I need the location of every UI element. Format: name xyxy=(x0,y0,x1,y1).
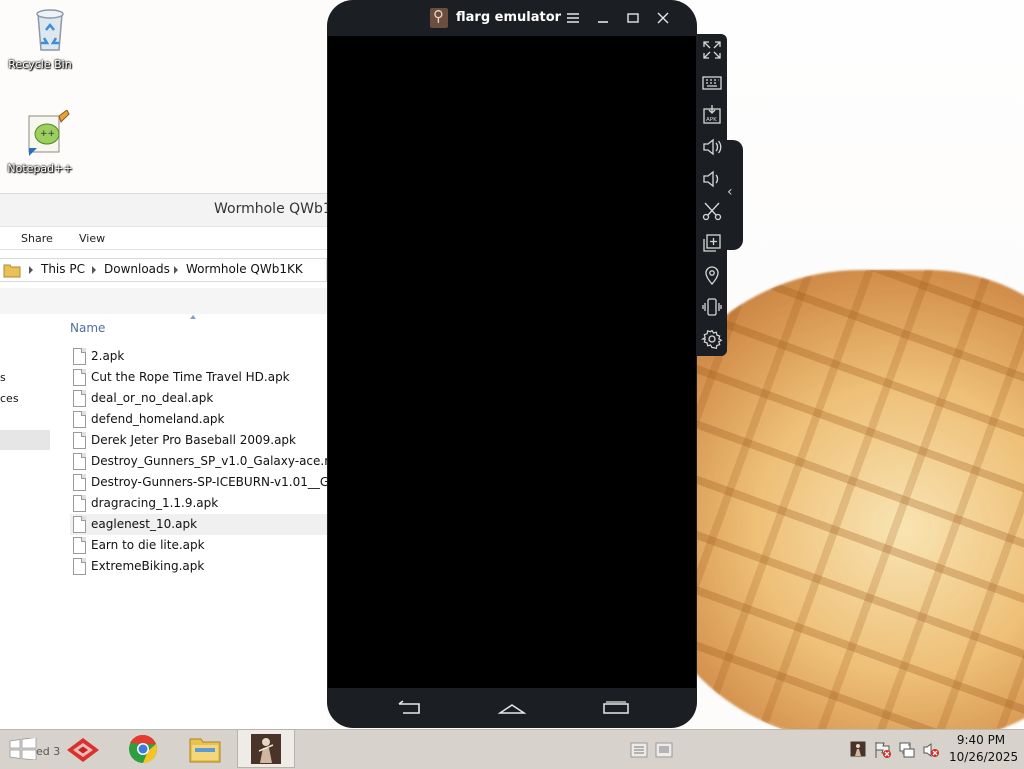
file-icon xyxy=(73,558,86,575)
close-icon[interactable] xyxy=(653,8,673,28)
volume-up-icon[interactable] xyxy=(701,136,723,158)
file-row[interactable]: dragracing_1.1.9.apk xyxy=(70,493,327,514)
home-icon[interactable] xyxy=(497,700,527,720)
file-icon xyxy=(73,474,86,491)
flarg-tray-icon[interactable] xyxy=(850,741,866,757)
desktop-list-view-icon[interactable] xyxy=(630,741,648,758)
menu-icon[interactable] xyxy=(563,8,583,28)
file-row[interactable]: Destroy_Gunners_SP_v1.0_Galaxy-ace.ru...… xyxy=(70,451,352,472)
explorer-ribbon: Share View xyxy=(0,227,327,250)
file-row[interactable]: Derek Jeter Pro Baseball 2009.apk xyxy=(70,430,327,451)
toolbar-strip xyxy=(0,288,327,314)
ribbon-tab-share[interactable]: Share xyxy=(21,232,53,245)
volume-down-icon[interactable] xyxy=(701,168,723,190)
file-name: Derek Jeter Pro Baseball 2009.apk xyxy=(91,433,296,447)
file-icon xyxy=(73,411,86,428)
breadcrumb-downloads[interactable]: Downloads xyxy=(104,262,170,276)
android-screen[interactable] xyxy=(328,36,696,688)
back-icon[interactable] xyxy=(396,700,422,720)
install-apk-icon[interactable]: APK xyxy=(701,104,723,126)
file-explorer-icon xyxy=(189,738,221,763)
recycle-bin-icon xyxy=(36,9,64,51)
file-row[interactable]: ExtremeBiking.apk xyxy=(70,556,327,577)
maximize-icon[interactable] xyxy=(623,8,643,28)
sort-ascending-icon xyxy=(190,315,196,319)
file-name: Earn to die lite.apk xyxy=(91,538,205,552)
address-bar[interactable]: This PC Downloads Wormhole QWb1KK xyxy=(0,258,327,282)
file-row[interactable]: deal_or_no_deal.apk xyxy=(70,388,327,409)
file-row[interactable]: Earn to die lite.apk xyxy=(70,535,327,556)
file-icon xyxy=(73,516,86,533)
start-icon[interactable] xyxy=(8,737,38,764)
desktop-icon-notepad[interactable]: ++ Notepad++ xyxy=(0,109,80,175)
file-name: defend_homeland.apk xyxy=(91,412,225,426)
file-row[interactable]: 2.apk xyxy=(70,346,327,367)
taskbar-file-explorer[interactable] xyxy=(176,729,234,768)
file-icon xyxy=(73,390,86,407)
breadcrumb-wormhole[interactable]: Wormhole QWb1KK xyxy=(186,262,303,276)
file-explorer-window: Wormhole QWb1 Share View This PC Downloa… xyxy=(0,193,352,730)
recycle-bin-label: Recycle Bin xyxy=(8,58,72,71)
ribbon-tab-view[interactable]: View xyxy=(79,232,105,245)
file-name: eaglenest_10.apk xyxy=(91,517,198,531)
taskbar-flarg-emulator[interactable] xyxy=(237,729,295,768)
explorer-titlebar[interactable]: Wormhole QWb1 xyxy=(0,194,332,227)
app-red-icon xyxy=(67,738,99,762)
keyboard-icon[interactable] xyxy=(701,72,723,94)
file-icon xyxy=(73,495,86,512)
notepad-plus-plus-icon: ++ xyxy=(28,109,70,156)
svg-text:++: ++ xyxy=(40,129,55,139)
file-name: Cut the Rope Time Travel HD.apk xyxy=(91,370,290,384)
emulator-title: flarg emulator xyxy=(456,10,562,25)
scissors-icon[interactable] xyxy=(701,200,723,222)
file-icon xyxy=(73,369,86,386)
file-name: Destroy-Gunners-SP-ICEBURN-v1.01__Ga... xyxy=(91,475,348,489)
desktop-icon-recycle-bin[interactable]: Recycle Bin xyxy=(0,6,80,71)
folder-icon xyxy=(3,264,21,278)
chevron-left-icon: ‹ xyxy=(727,184,733,200)
taskbar-chrome[interactable] xyxy=(114,729,172,768)
flarg-emulator-icon xyxy=(251,734,281,764)
nav-pane-selected[interactable] xyxy=(0,430,50,450)
breadcrumb-this-pc[interactable]: This PC xyxy=(41,262,85,276)
shake-icon[interactable] xyxy=(701,296,723,318)
fullscreen-icon[interactable] xyxy=(701,39,723,61)
svg-text:APK: APK xyxy=(706,117,717,123)
file-icon xyxy=(73,348,86,365)
clock-date[interactable]: 10/26/2025 xyxy=(949,750,1018,764)
file-row[interactable]: Destroy-Gunners-SP-ICEBURN-v1.01__Ga... xyxy=(70,472,348,493)
desktop-thumbnail-view-icon[interactable] xyxy=(655,741,673,758)
minimize-icon[interactable] xyxy=(593,8,613,28)
flarg-logo-icon xyxy=(430,7,448,28)
clock-time[interactable]: 9:40 PM xyxy=(955,733,1007,747)
file-name: 2.apk xyxy=(91,349,125,363)
notepad-label: Notepad++ xyxy=(7,162,73,175)
taskbar-app-red[interactable] xyxy=(54,729,112,768)
file-icon xyxy=(73,432,86,449)
file-name: deal_or_no_deal.apk xyxy=(91,391,214,405)
file-name: ExtremeBiking.apk xyxy=(91,559,205,573)
volume-muted-icon[interactable] xyxy=(922,741,939,757)
file-name: dragracing_1.1.9.apk xyxy=(91,496,219,510)
file-row[interactable]: eaglenest_10.apk xyxy=(70,514,327,535)
nav-pane-item[interactable]: s xyxy=(0,371,6,384)
file-name: Destroy_Gunners_SP_v1.0_Galaxy-ace.ru...… xyxy=(91,454,353,468)
multi-instance-icon[interactable] xyxy=(701,232,723,254)
network-icon[interactable] xyxy=(898,741,915,758)
chrome-icon xyxy=(129,734,157,763)
settings-icon[interactable] xyxy=(700,328,723,350)
recents-icon[interactable] xyxy=(602,700,630,720)
file-row[interactable]: Cut the Rope Time Travel HD.apk xyxy=(70,367,327,388)
file-icon xyxy=(73,537,86,554)
nav-pane-item[interactable]: ces xyxy=(0,392,19,405)
file-icon xyxy=(73,453,86,470)
file-row[interactable]: defend_homeland.apk xyxy=(70,409,327,430)
explorer-title: Wormhole QWb1 xyxy=(214,201,332,217)
location-icon[interactable] xyxy=(701,264,723,286)
flag-warning-icon[interactable] xyxy=(874,741,891,758)
column-header-name[interactable]: Name xyxy=(70,321,105,335)
